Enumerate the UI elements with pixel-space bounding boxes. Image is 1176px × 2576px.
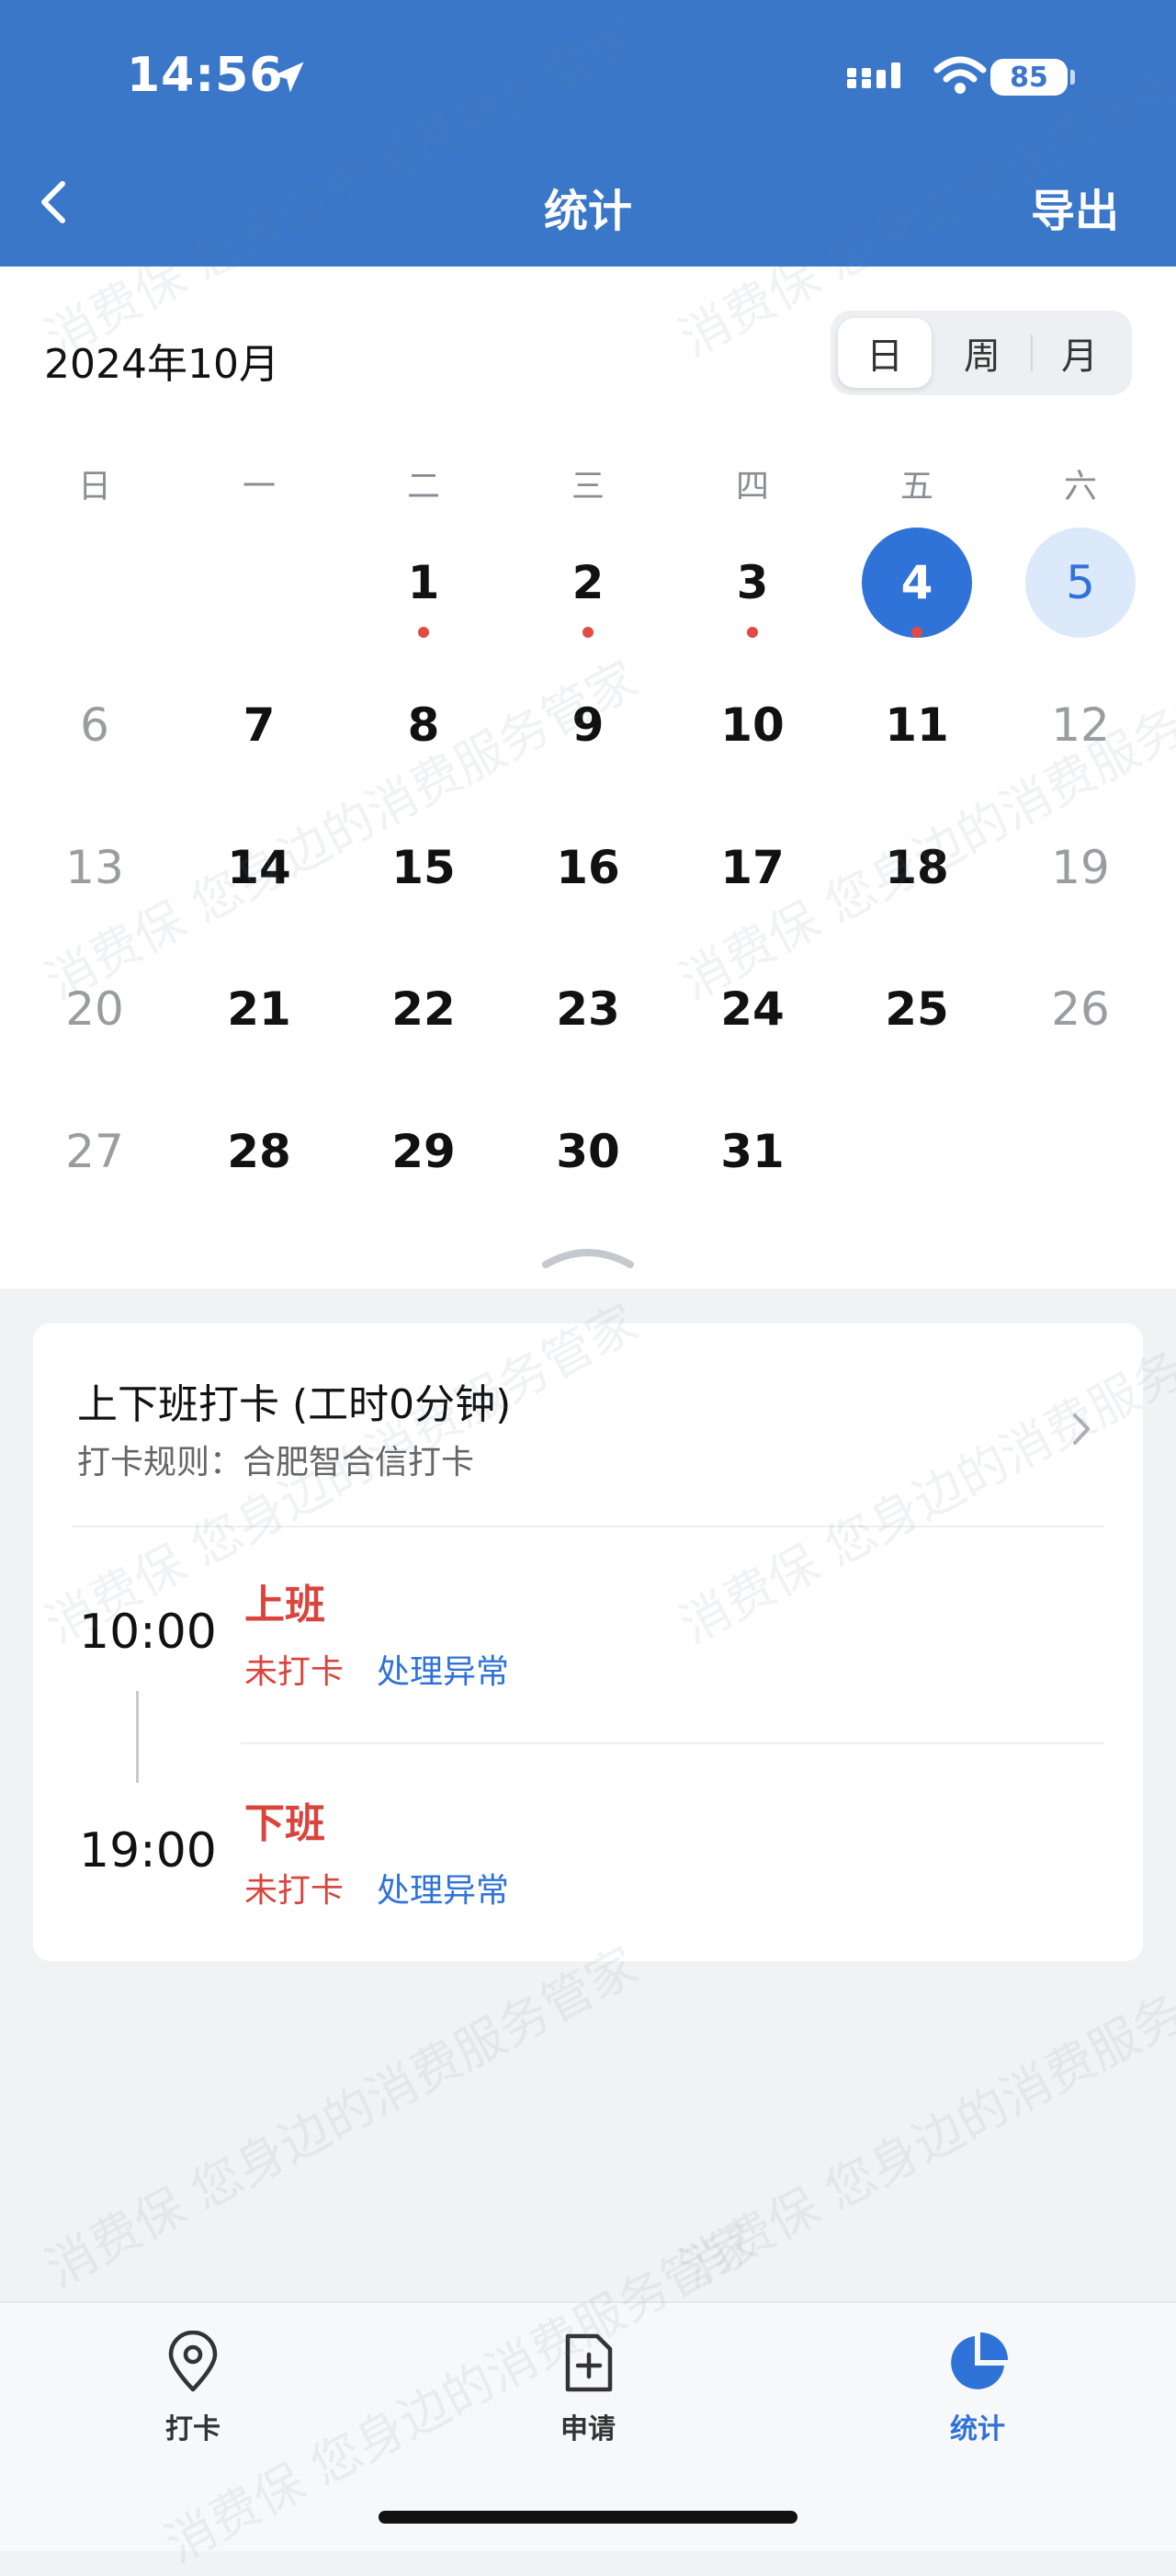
tab-apply[interactable]: 申请 — [496, 2331, 680, 2446]
calendar-day[interactable]: 14 — [204, 812, 314, 923]
calendar-day[interactable]: 26 — [1025, 954, 1136, 1064]
calendar-day[interactable]: 15 — [368, 812, 479, 923]
calendar-day[interactable]: 5 — [1025, 528, 1136, 638]
calendar-day[interactable]: 23 — [533, 954, 643, 1064]
attendance-title: 上下班打卡 (工时0分钟) — [77, 1381, 512, 1428]
clock-out-label: 下班 — [244, 1800, 325, 1847]
calendar-day[interactable]: 24 — [697, 954, 808, 1064]
status-time: 14:56 — [127, 48, 284, 103]
calendar-day[interactable]: 3 — [697, 528, 808, 638]
view-mode-week[interactable]: 周 — [935, 318, 1029, 388]
calendar-day[interactable]: 21 — [204, 954, 314, 1064]
attendance-marker-dot — [582, 627, 594, 638]
row-divider — [241, 1742, 1104, 1744]
battery-indicator: 85 — [990, 59, 1068, 96]
weekday-label: 六 — [1063, 468, 1097, 505]
watermark-text: 消费保 您身边的消费服务管家 — [670, 1936, 1176, 2298]
weekday-label: 一 — [242, 468, 276, 505]
calendar-day[interactable]: 27 — [40, 1096, 150, 1207]
attendance-rule: 打卡规则：合肥智合信打卡 — [77, 1444, 475, 1481]
add-document-icon — [565, 2333, 613, 2392]
watermark-text: 消费保 您身边的消费服务管家 — [36, 1936, 648, 2298]
clock-in-time: 10:00 — [79, 1605, 217, 1660]
attendance-marker-dot — [747, 627, 758, 638]
tab-clock-in[interactable]: 打卡 — [101, 2331, 285, 2446]
calendar-day[interactable]: 25 — [862, 954, 972, 1064]
calendar-day[interactable]: 30 — [533, 1096, 643, 1207]
month-label[interactable]: 2024年10月 — [44, 331, 279, 390]
clock-in-label: 上班 — [244, 1582, 325, 1628]
calendar-day[interactable]: 6 — [40, 670, 150, 780]
tab-label: 打卡 — [165, 2413, 220, 2445]
tab-statistics[interactable]: 统计 — [886, 2331, 1069, 2446]
weekday-label: 五 — [899, 468, 933, 505]
clock-out-time: 19:00 — [79, 1823, 217, 1878]
calendar-day[interactable]: 16 — [533, 812, 643, 923]
home-indicator[interactable] — [379, 2511, 797, 2524]
calendar-day[interactable]: 2 — [533, 528, 643, 638]
status-icons: 85 — [845, 48, 1176, 103]
calendar-panel: 2024年10月 日 周 月 日一二三四五六 1 2 3 4 5 6 7 8 9 10 11 12 13… — [0, 267, 1176, 1288]
calendar-day[interactable]: 13 — [40, 812, 150, 923]
calendar-day[interactable]: 31 — [697, 1096, 808, 1207]
attendance-marker-dot — [911, 627, 922, 638]
clock-in-handle-exception-link[interactable]: 处理异常 — [377, 1645, 509, 1693]
tab-label: 统计 — [950, 2413, 1005, 2445]
calendar-day[interactable]: 11 — [862, 670, 972, 780]
calendar-day[interactable]: 17 — [697, 812, 808, 923]
page-title: 统计 — [543, 186, 632, 237]
location-pin-icon — [168, 2331, 218, 2392]
chevron-up-icon — [542, 1249, 634, 1268]
clock-in-status: 未打卡 — [244, 1653, 345, 1691]
calendar-day[interactable]: 19 — [1025, 812, 1136, 923]
calendar-day[interactable]: 7 — [204, 670, 314, 780]
view-mode-toggle: 日 周 月 — [831, 311, 1132, 395]
attendance-marker-dot — [418, 627, 429, 638]
card-divider — [72, 1526, 1104, 1527]
calendar-day[interactable]: 20 — [40, 954, 150, 1064]
calendar-day[interactable]: 29 — [368, 1096, 479, 1207]
attendance-card[interactable]: 上下班打卡 (工时0分钟) 打卡规则：合肥智合信打卡 10:00 上班 未打卡 … — [33, 1323, 1143, 1961]
calendar-day[interactable]: 12 — [1025, 670, 1136, 780]
calendar-day[interactable]: 10 — [697, 670, 808, 780]
chevron-right-icon[interactable] — [1068, 1406, 1095, 1452]
calendar-day[interactable]: 1 — [368, 528, 479, 638]
location-arrow-icon — [268, 57, 309, 101]
weekday-header: 日一二三四五六 — [0, 460, 1176, 515]
export-button[interactable]: 导出 — [1031, 175, 1119, 239]
calendar-day[interactable]: 9 — [533, 670, 643, 780]
tab-label: 申请 — [560, 2413, 616, 2445]
calendar-day[interactable]: 28 — [204, 1096, 314, 1207]
weekday-label: 三 — [571, 468, 605, 505]
calendar-day[interactable]: 8 — [368, 670, 479, 780]
calendar-day[interactable]: 4 — [862, 528, 972, 638]
pie-chart-icon — [951, 2332, 1008, 2389]
calendar-day[interactable]: 18 — [862, 812, 972, 923]
cellular-signal-icon — [845, 61, 908, 101]
app-header: 14:56 85 统计 导出 — [0, 0, 1176, 267]
weekday-label: 四 — [735, 468, 769, 505]
clock-out-handle-exception-link[interactable]: 处理异常 — [377, 1864, 509, 1912]
timeline-connector — [136, 1691, 139, 1783]
view-mode-day[interactable]: 日 — [838, 318, 932, 388]
clock-out-status: 未打卡 — [244, 1872, 345, 1910]
view-mode-month[interactable]: 月 — [1033, 318, 1126, 388]
collapse-handle[interactable] — [540, 1243, 636, 1270]
battery-tip — [1070, 70, 1075, 85]
wifi-icon — [933, 55, 987, 99]
weekday-label: 日 — [77, 468, 111, 505]
weekday-label: 二 — [406, 468, 440, 505]
calendar-day[interactable]: 22 — [368, 954, 479, 1064]
